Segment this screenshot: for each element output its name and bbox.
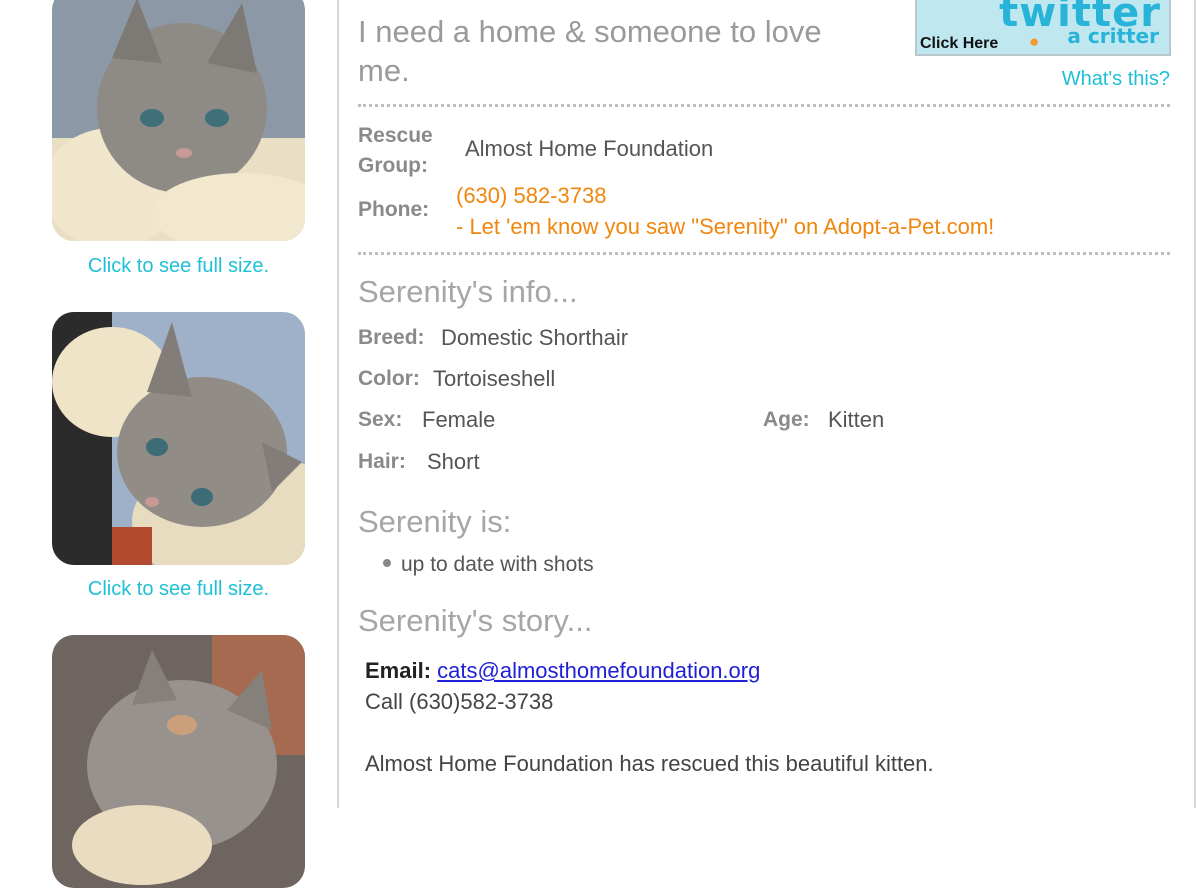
- rescue-group-label: Rescue Group:: [358, 124, 433, 177]
- photo-caption-2[interactable]: Click to see full size.: [52, 578, 305, 601]
- kitten-photo-1[interactable]: [52, 0, 305, 241]
- story-paragraph: Almost Home Foundation has rescued this …: [365, 751, 934, 776]
- story-heading: Serenity's story...: [358, 603, 593, 638]
- kitten-photo-2[interactable]: [52, 312, 305, 565]
- email-label: Email:: [365, 658, 432, 683]
- pet-tagline: I need a home & someone to love me.: [358, 14, 822, 88]
- call-line: Call (630)582-3738: [365, 689, 554, 714]
- photo-caption-1[interactable]: Click to see full size.: [52, 255, 305, 278]
- kitten-photo-3[interactable]: [52, 635, 305, 888]
- hair-value: Short: [427, 449, 480, 474]
- info-heading: Serenity's info...: [358, 274, 578, 309]
- email-line: Email: cats@almosthomefoundation.org: [365, 658, 760, 684]
- paw-icon: ●: [1029, 32, 1040, 51]
- phone-number[interactable]: (630) 582-3738: [456, 183, 606, 209]
- phone-label: Phone:: [358, 198, 430, 221]
- breed-value: Domestic Shorthair: [441, 325, 629, 350]
- breed-label: Breed:: [358, 326, 425, 349]
- twitter-a-critter-badge[interactable]: twitter ● a critter Click Here: [915, 0, 1171, 56]
- click-here-label: Click Here: [920, 35, 999, 52]
- color-value: Tortoiseshell: [433, 366, 556, 391]
- pet-details-panel: [337, 0, 1196, 808]
- age-value: Kitten: [828, 407, 885, 432]
- bullet-icon: [383, 559, 391, 568]
- sex-value: Female: [422, 407, 496, 432]
- status-heading: Serenity is:: [358, 504, 512, 539]
- critter-logo-text: a critter: [1067, 24, 1159, 48]
- color-label: Color:: [358, 367, 420, 390]
- phone-note: - Let 'em know you saw "Serenity" on Ado…: [456, 214, 995, 239]
- list-item: up to date with shots: [383, 553, 594, 577]
- email-link[interactable]: cats@almosthomefoundation.org: [437, 658, 760, 683]
- sex-label: Sex:: [358, 408, 403, 431]
- hair-label: Hair:: [358, 450, 406, 473]
- rescue-group-value: Almost Home Foundation: [465, 136, 714, 161]
- age-label: Age:: [763, 408, 810, 431]
- whats-this-link[interactable]: What's this?: [1062, 68, 1170, 91]
- divider: [358, 252, 1170, 255]
- divider: [358, 104, 1170, 107]
